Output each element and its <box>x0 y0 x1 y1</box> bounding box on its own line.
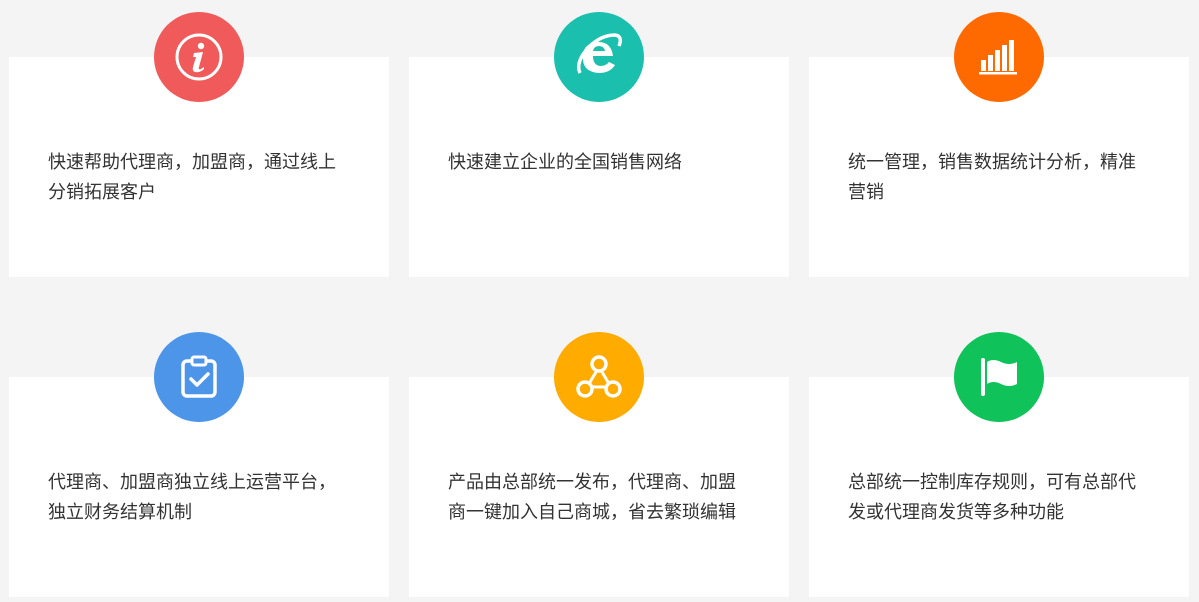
bar-chart-icon <box>954 12 1044 102</box>
feature-text: 快速建立企业的全国销售网络 <box>448 152 682 173</box>
feature-text: 总部统一控制库存规则，可有总部代发或代理商发货等多种功能 <box>848 472 1136 523</box>
clipboard-check-icon <box>154 332 244 422</box>
internet-explorer-icon <box>554 12 644 102</box>
feature-text: 代理商、加盟商独立线上运营平台，独立财务结算机制 <box>48 472 336 523</box>
flag-icon <box>954 332 1044 422</box>
feature-text: 产品由总部统一发布，代理商、加盟商一键加入自己商城，省去繁琐编辑 <box>448 472 736 523</box>
network-share-icon <box>554 332 644 422</box>
info-icon <box>154 12 244 102</box>
feature-text: 统一管理，销售数据统计分析，精准营销 <box>848 152 1136 203</box>
feature-text: 快速帮助代理商，加盟商，通过线上分销拓展客户 <box>48 152 336 203</box>
